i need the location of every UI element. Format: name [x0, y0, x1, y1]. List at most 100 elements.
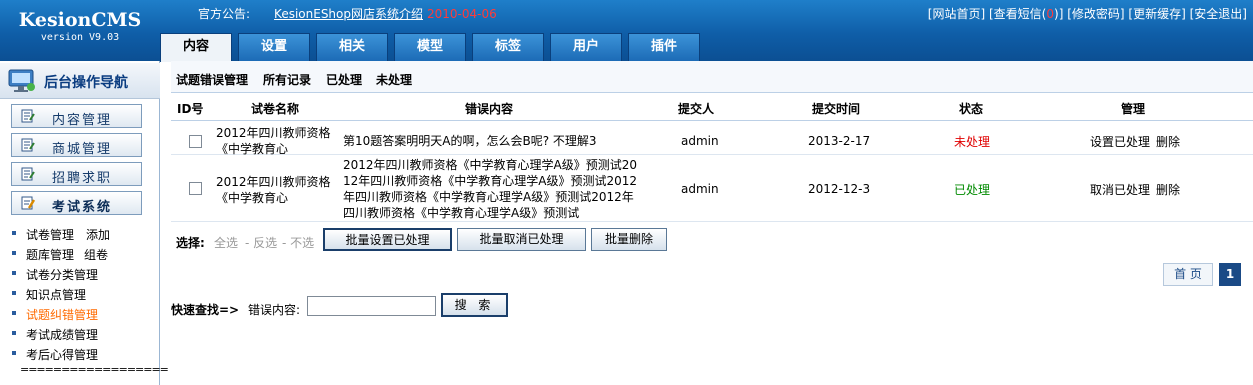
announcement-link[interactable]: KesionEShop网店系统介绍: [274, 7, 423, 21]
cancel-processed-link[interactable]: 取消已处理: [1090, 181, 1150, 198]
link-change-password[interactable]: [修改密码]: [1067, 7, 1124, 21]
submenu-link-paper-manage[interactable]: 试卷管理: [26, 226, 74, 243]
table-header: ID号 试卷名称 错误内容 提交人 提交时间 状态 管理: [171, 93, 1253, 121]
link-logout[interactable]: [安全退出]: [1190, 7, 1247, 21]
filter-processed[interactable]: 已处理: [326, 71, 362, 88]
column-submit-time: 提交时间: [812, 102, 861, 116]
column-submitter: 提交人: [678, 102, 715, 116]
column-manage: 管理: [1121, 102, 1146, 116]
sidebar: 后台操作导航 内容管理 商城管理 招聘求职 考试系统 试卷管理 添加 题库管理 …: [0, 61, 169, 385]
deselect-link[interactable]: - 不选: [282, 234, 314, 251]
menu-content-management[interactable]: 内容管理: [11, 104, 142, 128]
delete-link[interactable]: 删除: [1156, 133, 1180, 150]
submenu-link-scores[interactable]: 考试成绩管理: [26, 326, 98, 343]
bullet-icon: [12, 351, 16, 355]
first-page-button[interactable]: 首 页: [1163, 263, 1213, 286]
delete-link[interactable]: 删除: [1156, 181, 1180, 198]
error-content-line: 四川教师资格《中学教育心理学A级》预测试: [343, 206, 580, 220]
tab-settings[interactable]: 设置: [238, 33, 310, 61]
table-row: 2012年四川教师资格 《中学教育心 2012年四川教师资格《中学教育心理学A级…: [171, 156, 1253, 222]
document-edit-icon: [21, 138, 35, 152]
submenu-item-error-correction: 试题纠错管理: [12, 304, 152, 324]
error-content-line: 年四川教师资格《中学教育心理学A级》预测试2012年: [343, 190, 634, 204]
invert-selection-link[interactable]: - 反选: [245, 234, 277, 251]
tab-model[interactable]: 模型: [394, 33, 466, 61]
pencil-paper-icon: [21, 196, 36, 210]
tab-users[interactable]: 用户: [550, 33, 622, 61]
search-button[interactable]: 搜 索: [441, 293, 508, 317]
logo-version: version V9.03: [40, 32, 120, 43]
submit-time: 2012-12-3: [808, 182, 871, 196]
link-messages[interactable]: [查看短信(0)]: [989, 7, 1063, 21]
link-messages-label: [查看短信(: [989, 7, 1047, 21]
top-header: KesionCMS version V9.03 官方公告: KesionEShop…: [0, 0, 1253, 62]
menu-exam-system[interactable]: 考试系统: [11, 191, 142, 215]
error-content-line: 2012年四川教师资格《中学教育心理学A级》预测试20: [343, 158, 638, 172]
submenu-item-knowledge: 知识点管理: [12, 284, 152, 304]
filter-error-manage[interactable]: 试题错误管理: [176, 71, 248, 88]
row-checkbox[interactable]: [189, 135, 202, 148]
menu-label: 内容管理: [52, 113, 113, 128]
batch-delete-button[interactable]: 批量删除: [591, 228, 667, 251]
link-update-cache[interactable]: [更新缓存]: [1128, 7, 1185, 21]
bullet-icon: [12, 271, 16, 275]
menu-label: 招聘求职: [52, 171, 113, 186]
bullet-icon: [12, 251, 16, 255]
submit-time: 2013-2-17: [808, 134, 871, 148]
search-input[interactable]: [307, 296, 436, 316]
current-page[interactable]: 1: [1219, 263, 1241, 286]
filter-links: 试题错误管理 所有记录 已处理 未处理: [171, 61, 1253, 93]
submenu-link-reflections[interactable]: 考后心得管理: [26, 346, 98, 363]
filter-unprocessed[interactable]: 未处理: [376, 71, 412, 88]
logo-title: KesionCMS: [18, 9, 142, 31]
set-processed-link[interactable]: 设置已处理: [1090, 133, 1150, 150]
submenu-link-paper-add[interactable]: 添加: [86, 226, 110, 243]
document-edit-icon: [21, 167, 35, 181]
paper-name-line1: 2012年四川教师资格: [216, 175, 331, 189]
select-all-link[interactable]: 全选: [214, 234, 238, 251]
top-links: [网站首页] [查看短信(0)] [修改密码] [更新缓存] [安全退出]: [928, 5, 1247, 22]
sidebar-title: 后台操作导航: [44, 75, 128, 91]
menu-label: 考试系统: [52, 200, 113, 215]
submenu-link-paper-category[interactable]: 试卷分类管理: [26, 266, 98, 283]
bullet-icon: [12, 331, 16, 335]
row-checkbox[interactable]: [189, 182, 202, 195]
select-label: 选择:: [176, 236, 205, 250]
bullet-icon: [12, 311, 16, 315]
filter-all-records[interactable]: 所有记录: [263, 71, 311, 88]
submenu-link-question-bank[interactable]: 题库管理: [26, 246, 74, 263]
exam-submenu: 试卷管理 添加 题库管理 组卷 试卷分类管理 知识点管理 试题纠错管理 考试成绩…: [12, 224, 152, 364]
link-site-home[interactable]: [网站首页]: [928, 7, 985, 21]
announcement-date: 2010-04-06: [427, 7, 497, 21]
paper-name-line2: 《中学教育心: [216, 142, 289, 156]
bullet-icon: [12, 231, 16, 235]
menu-shop-management[interactable]: 商城管理: [11, 133, 142, 157]
sidebar-header: 后台操作导航: [0, 63, 160, 99]
submenu-link-compose-paper[interactable]: 组卷: [84, 246, 108, 263]
submenu-item-scores: 考试成绩管理: [12, 324, 152, 344]
column-status: 状态: [959, 102, 984, 116]
paper-name-line2: 《中学教育心: [216, 191, 289, 205]
tab-tags[interactable]: 标签: [472, 33, 544, 61]
tab-content[interactable]: 内容: [160, 33, 232, 62]
submenu-item-paper: 试卷管理 添加: [12, 224, 152, 244]
submenu-link-knowledge[interactable]: 知识点管理: [26, 286, 86, 303]
error-content: 第10题答案明明天A的啊，怎么会B呢? 不理解3: [343, 134, 597, 148]
table-row: 2012年四川教师资格 《中学教育心 第10题答案明明天A的啊，怎么会B呢? 不…: [171, 122, 1253, 156]
monitor-icon: [8, 69, 35, 92]
tab-plugins[interactable]: 插件: [628, 33, 700, 61]
paper-name-line1: 2012年四川教师资格: [216, 126, 331, 140]
document-edit-icon: [21, 109, 35, 123]
column-id: ID号: [177, 102, 204, 116]
quick-search-label: 快速查找=>: [171, 303, 240, 317]
error-content-line: 12年四川教师资格《中学教育心理学A级》预测试2012: [343, 174, 638, 188]
batch-cancel-processed-button[interactable]: 批量取消已处理: [457, 228, 586, 251]
submenu-item-question-bank: 题库管理 组卷: [12, 244, 152, 264]
bullet-icon: [12, 291, 16, 295]
tab-related[interactable]: 相关: [316, 33, 388, 61]
menu-recruitment[interactable]: 招聘求职: [11, 162, 142, 186]
announcement-label: 官方公告:: [198, 7, 251, 21]
menu-label: 商城管理: [52, 142, 113, 157]
submenu-link-error-correction[interactable]: 试题纠错管理: [26, 306, 98, 323]
batch-set-processed-button[interactable]: 批量设置已处理: [323, 228, 452, 251]
